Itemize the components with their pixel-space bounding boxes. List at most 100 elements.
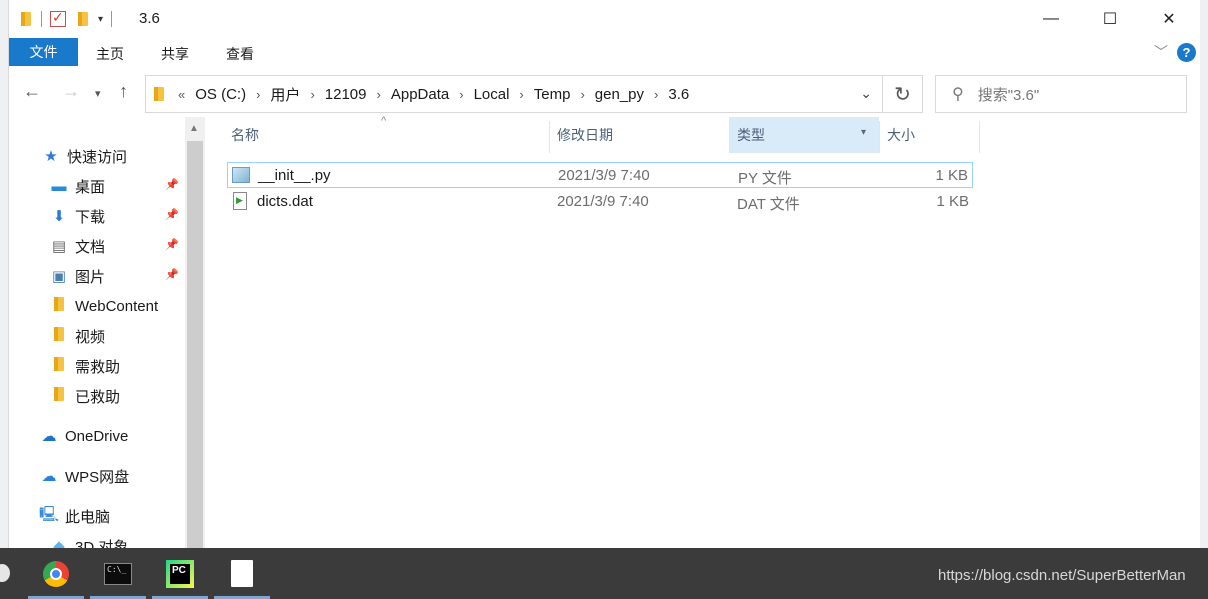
breadcrumb-item[interactable]: 12109 xyxy=(319,86,373,103)
breadcrumb-separator-icon[interactable]: › xyxy=(515,87,527,102)
file-name: dicts.dat xyxy=(257,193,313,210)
breadcrumb-separator-icon[interactable]: › xyxy=(306,87,318,102)
star-icon: ★ xyxy=(44,148,58,165)
sidebar-item-label: 快速访问 xyxy=(67,148,128,166)
cloud-icon: ☁ xyxy=(41,428,57,445)
search-placeholder: 搜索"3.6" xyxy=(977,86,1040,104)
sidebar-item-this-pc[interactable]: 🖳 此电脑 xyxy=(39,503,110,529)
maximize-button[interactable]: ☐ xyxy=(1081,0,1139,38)
divider xyxy=(111,11,113,27)
sidebar-item-downloads[interactable]: ⬇ 下载 xyxy=(49,203,105,229)
search-icon: ⚲ xyxy=(952,86,964,103)
column-header-type[interactable]: 类型 xyxy=(737,117,765,153)
sidebar-item-3d-objects[interactable]: ◆ 3D 对象 xyxy=(49,533,128,548)
wechat-icon[interactable] xyxy=(0,564,10,582)
scrollbar-thumb[interactable] xyxy=(187,141,203,548)
file-explorer-window: ▾ 3.6 — ☐ ✕ 文件 主页 共享 查看 ﹀ ? ← → ▾ ↑ « OS… xyxy=(8,0,1202,548)
picture-icon: ▣ xyxy=(51,268,67,285)
download-icon: ⬇ xyxy=(52,208,66,225)
tab-file[interactable]: 文件 xyxy=(9,38,78,66)
sidebar-item-desktop[interactable]: ▬ 桌面 xyxy=(49,173,106,199)
address-bar[interactable]: « OS (C:) › 用户 › 12109 › AppData › Local… xyxy=(145,75,883,113)
scroll-up-icon[interactable]: ▲ xyxy=(189,123,199,134)
sidebar-item-wps-drive[interactable]: ☁ WPS网盘 xyxy=(39,463,130,489)
taskbar-chrome[interactable] xyxy=(24,548,88,599)
overflow-chevron-icon[interactable]: « xyxy=(174,87,189,102)
cube-icon: ◆ xyxy=(53,538,65,548)
up-button[interactable]: ↑ xyxy=(119,81,128,102)
pin-icon: 📌 xyxy=(165,239,179,251)
breadcrumb-separator-icon[interactable]: › xyxy=(455,87,467,102)
pin-icon: 📌 xyxy=(165,269,179,281)
column-header-size[interactable]: 大小 xyxy=(887,117,915,153)
breadcrumb-separator-icon[interactable]: › xyxy=(252,87,264,102)
column-divider[interactable] xyxy=(549,121,550,153)
column-header-name[interactable]: 名称 xyxy=(231,117,259,153)
taskbar-notepad[interactable] xyxy=(210,548,274,599)
breadcrumb-item[interactable]: AppData xyxy=(385,86,455,103)
breadcrumb-item[interactable]: 用户 xyxy=(264,84,306,105)
address-dropdown-chevron-icon[interactable]: ⌄ xyxy=(860,85,872,102)
sidebar-item-label: OneDrive xyxy=(65,427,129,445)
column-divider[interactable] xyxy=(979,121,980,153)
breadcrumb-item[interactable]: OS (C:) xyxy=(189,86,252,103)
sidebar-item-need-help[interactable]: 需救助 xyxy=(49,353,120,379)
sidebar-item-label: 3D 对象 xyxy=(75,538,129,549)
ribbon-tabs: 文件 主页 共享 查看 ﹀ ? xyxy=(9,38,1201,67)
breadcrumb-item[interactable]: Temp xyxy=(528,86,577,103)
taskbar-terminal[interactable]: C:\_ xyxy=(86,548,150,599)
table-row[interactable]: __init__.py 2021/3/9 7:40 PY 文件 1 KB xyxy=(227,162,973,188)
desktop-edge xyxy=(1200,0,1208,548)
sidebar-item-videos[interactable]: 视频 xyxy=(49,323,105,349)
sidebar-item-helped[interactable]: 已救助 xyxy=(49,383,120,409)
sidebar-item-label: 桌面 xyxy=(75,178,106,196)
customize-toolbar-icon[interactable]: ▾ xyxy=(98,14,103,25)
breadcrumb-item[interactable]: Local xyxy=(468,86,516,103)
tab-share[interactable]: 共享 xyxy=(161,44,189,64)
breadcrumb-item[interactable]: 3.6 xyxy=(662,86,695,103)
close-button[interactable]: ✕ xyxy=(1140,0,1198,38)
quick-access-toolbar: ▾ xyxy=(19,8,120,30)
sidebar-item-documents[interactable]: ▤ 文档 xyxy=(49,233,105,259)
folder-icon xyxy=(49,326,69,346)
sidebar-item-label: 视频 xyxy=(75,328,106,346)
new-folder-icon[interactable] xyxy=(76,11,90,27)
sidebar-item-label: 下载 xyxy=(75,208,106,226)
notepad-icon xyxy=(231,560,253,587)
recent-locations-chevron-icon[interactable]: ▾ xyxy=(95,87,101,100)
sidebar-item-webcontent[interactable]: WebContent xyxy=(49,293,158,319)
breadcrumb-separator-icon[interactable]: › xyxy=(373,87,385,102)
minimize-button[interactable]: — xyxy=(1022,0,1080,38)
taskbar-pycharm[interactable] xyxy=(148,548,212,599)
breadcrumb-separator-icon[interactable]: › xyxy=(650,87,662,102)
forward-button[interactable]: → xyxy=(62,81,80,102)
python-file-icon xyxy=(232,167,250,183)
column-filter-chevron-icon[interactable]: ▾ xyxy=(861,127,866,138)
column-header-date[interactable]: 修改日期 xyxy=(557,117,613,153)
desktop-icon: ▬ xyxy=(51,177,67,195)
pin-icon: 📌 xyxy=(165,179,179,191)
sidebar-item-label: 此电脑 xyxy=(65,508,111,526)
title-bar: ▾ 3.6 — ☐ ✕ xyxy=(9,0,1201,38)
column-divider[interactable] xyxy=(879,121,880,153)
expand-ribbon-icon[interactable]: ﹀ xyxy=(1154,42,1168,62)
sidebar-item-onedrive[interactable]: ☁ OneDrive xyxy=(39,423,129,449)
table-row[interactable]: dicts.dat 2021/3/9 7:40 DAT 文件 1 KB xyxy=(227,189,973,215)
tab-view[interactable]: 查看 xyxy=(226,44,254,64)
sidebar-item-quick-access[interactable]: ★ 快速访问 xyxy=(41,143,127,169)
back-button[interactable]: ← xyxy=(23,81,41,102)
pycharm-icon xyxy=(166,559,194,588)
tab-home[interactable]: 主页 xyxy=(96,44,124,64)
search-box[interactable]: ⚲ 搜索"3.6" xyxy=(935,75,1187,113)
breadcrumb-separator-icon[interactable]: › xyxy=(576,87,588,102)
sidebar-item-label: 已救助 xyxy=(75,388,121,406)
navigation-pane-scrollbar[interactable]: ▲ xyxy=(185,117,205,548)
help-icon[interactable]: ? xyxy=(1177,43,1196,62)
refresh-button[interactable]: ↻ xyxy=(883,75,923,113)
sidebar-item-pictures[interactable]: ▣ 图片 xyxy=(49,263,105,289)
file-list: ^ 名称 修改日期 类型 ▾ 大小 __init__.py 2021/3/9 7… xyxy=(205,115,1201,548)
column-divider[interactable] xyxy=(729,121,730,153)
properties-icon[interactable] xyxy=(50,9,66,27)
breadcrumb-item[interactable]: gen_py xyxy=(589,86,650,103)
sort-ascending-icon: ^ xyxy=(381,115,387,127)
